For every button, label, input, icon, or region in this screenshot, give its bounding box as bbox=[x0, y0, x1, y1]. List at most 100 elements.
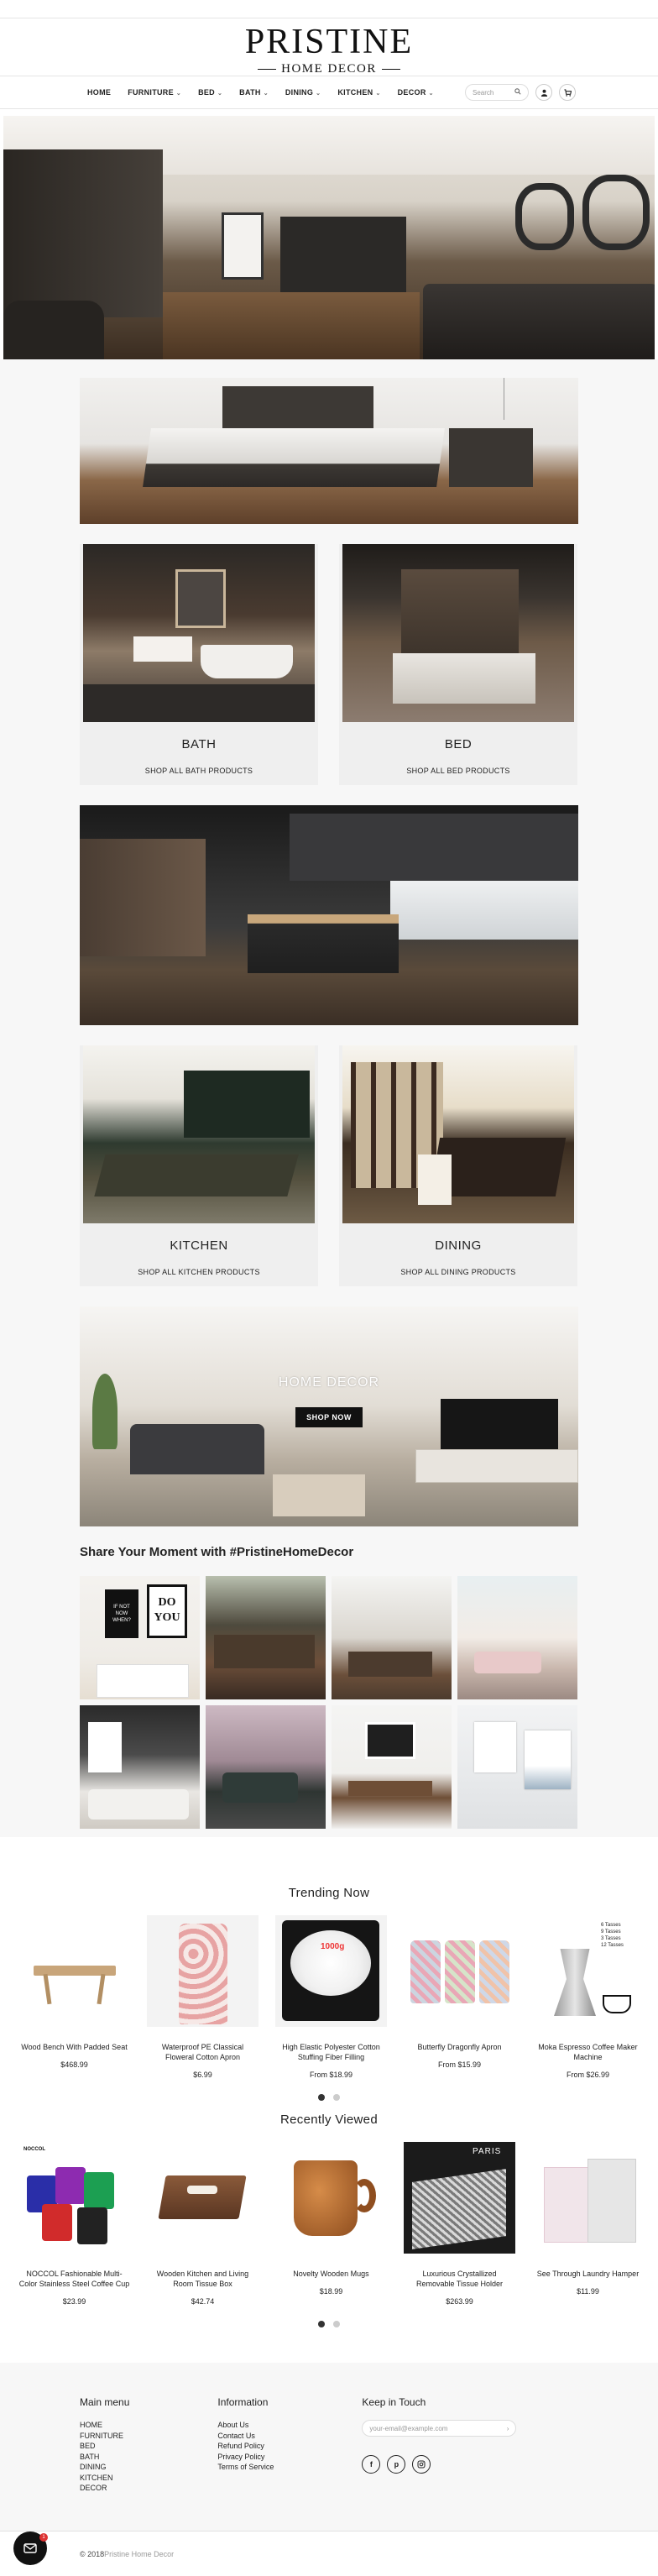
nav-item-decor[interactable]: DECOR ⌄ bbox=[398, 88, 434, 97]
carousel-dot[interactable] bbox=[318, 2094, 325, 2101]
instagram-tile[interactable] bbox=[457, 1705, 577, 1829]
product-name[interactable]: Moka Espresso Coffee Maker Machine bbox=[532, 2042, 644, 2062]
collection-card-bed[interactable]: BED SHOP ALL BED PRODUCTS bbox=[339, 544, 577, 785]
product-card[interactable]: Butterfly Dragonfly Apron From $15.99 bbox=[404, 1915, 515, 2079]
bed-collection-image[interactable] bbox=[342, 544, 574, 722]
dining-collection-image[interactable] bbox=[342, 1045, 574, 1223]
facebook-icon[interactable]: f bbox=[362, 2455, 381, 2474]
instagram-tile[interactable] bbox=[206, 1705, 326, 1829]
nav-item-dining[interactable]: DINING ⌄ bbox=[285, 88, 321, 97]
footer-link[interactable]: Contact Us bbox=[217, 2431, 274, 2442]
instagram-tile[interactable]: IF NOT NOW WHEN? DO YOU bbox=[80, 1576, 200, 1699]
product-image[interactable]: 6 Tasses 9 Tasses 3 Tasses 12 Tasses bbox=[532, 1915, 644, 2027]
carousel-dot[interactable] bbox=[333, 2321, 340, 2327]
collection-card-kitchen[interactable]: KITCHEN SHOP ALL KITCHEN PRODUCTS bbox=[80, 1045, 318, 1286]
nav-item-kitchen[interactable]: KITCHEN ⌄ bbox=[337, 88, 380, 97]
shop-all-kitchen-link[interactable]: SHOP ALL KITCHEN PRODUCTS bbox=[80, 1268, 318, 1276]
product-card[interactable]: PARIS Luxurious Crystallized Removable Ti… bbox=[404, 2142, 515, 2306]
shop-all-dining-link[interactable]: SHOP ALL DINING PRODUCTS bbox=[339, 1268, 577, 1276]
product-card[interactable]: 1000g High Elastic Polyester Cotton Stuff… bbox=[275, 1915, 387, 2079]
bath-collection-image[interactable] bbox=[83, 544, 315, 722]
newsletter-email-field[interactable]: your-email@example.com › bbox=[362, 2420, 517, 2437]
product-name[interactable]: Wood Bench With Padded Seat bbox=[18, 2042, 130, 2052]
nav-item-furniture[interactable]: FURNITURE ⌄ bbox=[128, 88, 181, 97]
product-image[interactable] bbox=[18, 1915, 130, 2027]
product-card[interactable]: NOCCOL NOCCOL Fashionable Multi-Color Sta… bbox=[18, 2142, 130, 2306]
instagram-tile[interactable] bbox=[332, 1705, 452, 1829]
email-placeholder: your-email@example.com bbox=[369, 2424, 448, 2432]
instagram-tile[interactable] bbox=[457, 1576, 577, 1699]
product-name[interactable]: Wooden Kitchen and Living Room Tissue Bo… bbox=[147, 2269, 258, 2289]
product-image-label: 1000g bbox=[321, 1942, 345, 1951]
instagram-tile[interactable] bbox=[206, 1576, 326, 1699]
carousel-dot[interactable] bbox=[333, 2094, 340, 2101]
product-image[interactable] bbox=[532, 2142, 644, 2254]
product-name[interactable]: Novelty Wooden Mugs bbox=[275, 2269, 387, 2279]
footer-link[interactable]: DINING bbox=[80, 2462, 129, 2473]
product-price: From $26.99 bbox=[566, 2071, 610, 2079]
product-name[interactable]: See Through Laundry Hamper bbox=[532, 2269, 644, 2279]
bed-banner-image[interactable] bbox=[80, 378, 578, 524]
pinterest-icon[interactable]: p bbox=[387, 2455, 406, 2474]
trending-pagination bbox=[0, 2094, 658, 2101]
product-name[interactable]: Butterfly Dragonfly Apron bbox=[404, 2042, 515, 2052]
nav-item-bed[interactable]: BED ⌄ bbox=[198, 88, 222, 97]
product-card[interactable]: Waterproof PE Classical Floweral Cotton … bbox=[147, 1915, 258, 2079]
product-card[interactable]: Wooden Kitchen and Living Room Tissue Bo… bbox=[147, 2142, 258, 2306]
kitchen-banner-image[interactable] bbox=[80, 805, 578, 1025]
instagram-icon[interactable] bbox=[412, 2455, 431, 2474]
product-card[interactable]: Wood Bench With Padded Seat $468.99 bbox=[18, 1915, 130, 2079]
product-name[interactable]: NOCCOL Fashionable Multi-Color Stainless… bbox=[18, 2269, 130, 2289]
shop-all-bath-link[interactable]: SHOP ALL BATH PRODUCTS bbox=[80, 767, 318, 775]
footer-link[interactable]: BED bbox=[80, 2441, 129, 2452]
kitchen-collection-image[interactable] bbox=[83, 1045, 315, 1223]
collection-card-dining[interactable]: DINING SHOP ALL DINING PRODUCTS bbox=[339, 1045, 577, 1286]
nav-item-bath[interactable]: BATH ⌄ bbox=[239, 88, 269, 97]
instagram-tile[interactable] bbox=[80, 1705, 200, 1829]
shop-all-bed-link[interactable]: SHOP ALL BED PRODUCTS bbox=[339, 767, 577, 775]
product-card[interactable]: See Through Laundry Hamper $11.99 bbox=[532, 2142, 644, 2306]
site-logo[interactable]: PRISTINE HOME DECOR bbox=[0, 18, 658, 76]
footer-link[interactable]: FURNITURE bbox=[80, 2431, 129, 2442]
collection-title-bed: BED bbox=[444, 737, 473, 751]
chat-notification-badge: 1 bbox=[39, 2533, 48, 2542]
product-name[interactable]: Luxurious Crystallized Removable Tissue … bbox=[404, 2269, 515, 2289]
footer-link[interactable]: DECOR bbox=[80, 2483, 129, 2494]
search-input[interactable]: Search bbox=[465, 84, 529, 101]
product-image[interactable]: PARIS bbox=[404, 2142, 515, 2254]
product-image[interactable] bbox=[275, 2142, 387, 2254]
footer-link[interactable]: Terms of Service bbox=[217, 2462, 274, 2473]
trending-section: Trending Now Wood Bench With Padded Seat… bbox=[0, 1886, 658, 2101]
carousel-dot[interactable] bbox=[318, 2321, 325, 2327]
collection-title-kitchen: KITCHEN bbox=[170, 1238, 228, 1253]
shop-now-button[interactable]: SHOP NOW bbox=[295, 1407, 363, 1427]
search-icon[interactable] bbox=[514, 88, 521, 97]
user-icon[interactable] bbox=[535, 84, 552, 101]
collection-card-bath[interactable]: BATH SHOP ALL BATH PRODUCTS bbox=[80, 544, 318, 785]
product-image[interactable]: 1000g bbox=[275, 1915, 387, 2027]
home-decor-banner[interactable]: HOME DECOR SHOP NOW bbox=[80, 1306, 578, 1526]
product-price: $11.99 bbox=[577, 2287, 599, 2296]
footer-link[interactable]: About Us bbox=[217, 2420, 274, 2431]
product-image[interactable] bbox=[147, 2142, 258, 2254]
product-price: From $15.99 bbox=[437, 2060, 482, 2069]
product-card[interactable]: Novelty Wooden Mugs $18.99 bbox=[275, 2142, 387, 2306]
recently-viewed-products: NOCCOL NOCCOL Fashionable Multi-Color Sta… bbox=[18, 2142, 658, 2306]
footer-link[interactable]: BATH bbox=[80, 2452, 129, 2463]
footer-link[interactable]: Privacy Policy bbox=[217, 2452, 274, 2463]
product-name[interactable]: High Elastic Polyester Cotton Stuffing F… bbox=[275, 2042, 387, 2062]
copyright-brand-link[interactable]: Pristine Home Decor bbox=[104, 2550, 174, 2558]
footer-link[interactable]: KITCHEN bbox=[80, 2473, 129, 2484]
nav-item-home[interactable]: HOME bbox=[87, 88, 111, 97]
copyright-bar: 1 © 2018 Pristine Home Decor bbox=[0, 2531, 658, 2576]
footer-link[interactable]: Refund Policy bbox=[217, 2441, 274, 2452]
product-name[interactable]: Waterproof PE Classical Floweral Cotton … bbox=[147, 2042, 258, 2062]
instagram-tile[interactable] bbox=[332, 1576, 452, 1699]
product-card[interactable]: 6 Tasses 9 Tasses 3 Tasses 12 Tasses Moka… bbox=[532, 1915, 644, 2079]
product-image[interactable] bbox=[147, 1915, 258, 2027]
cart-icon[interactable] bbox=[559, 84, 576, 101]
product-image[interactable]: NOCCOL bbox=[18, 2142, 130, 2254]
arrow-right-icon[interactable]: › bbox=[507, 2425, 509, 2432]
product-image[interactable] bbox=[404, 1915, 515, 2027]
footer-link[interactable]: HOME bbox=[80, 2420, 129, 2431]
